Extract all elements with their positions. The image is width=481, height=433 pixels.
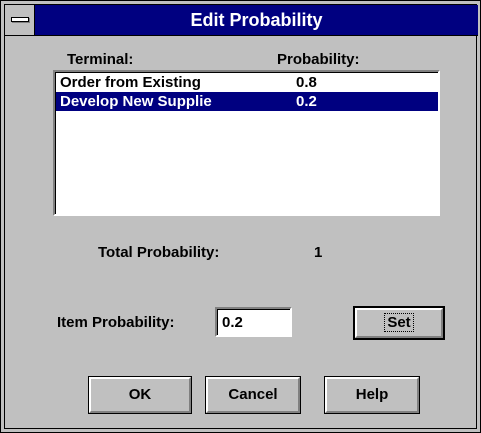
list-item-probability: 0.2 [296,93,317,110]
cancel-button-label: Cancel [228,386,278,403]
list-item-selected[interactable]: Develop New Supplie 0.2 [56,92,438,111]
set-button[interactable]: Set [353,306,445,340]
edit-probability-dialog: Edit Probability Terminal: Probability: … [0,0,481,433]
cancel-button[interactable]: Cancel [205,376,301,414]
title-bar[interactable]: Edit Probability [5,5,478,36]
list-item[interactable]: Order from Existing 0.8 [56,73,438,92]
help-button-label: Help [355,386,389,403]
probability-column-header: Probability: [277,51,360,68]
list-item-terminal: Develop New Supplie [60,93,212,110]
item-probability-label: Item Probability: [57,314,175,331]
total-probability-label: Total Probability: [98,244,220,261]
help-button[interactable]: Help [324,376,420,414]
item-probability-input[interactable]: 0.2 [215,307,292,337]
window-title: Edit Probability [190,10,323,30]
listbox-content: Order from Existing 0.8 Develop New Supp… [55,72,438,214]
set-button-label: Set [384,313,414,332]
ok-button-label: OK [128,386,152,403]
system-menu-bar-icon [11,17,29,22]
total-probability-value: 1 [314,244,323,261]
list-item-terminal: Order from Existing [60,74,201,91]
system-menu-icon[interactable] [5,5,35,35]
terminal-column-header: Terminal: [67,51,134,68]
ok-button[interactable]: OK [88,376,192,414]
item-probability-value: 0.2 [217,309,290,335]
terminal-listbox[interactable]: Order from Existing 0.8 Develop New Supp… [53,70,440,216]
list-item-probability: 0.8 [296,74,317,91]
